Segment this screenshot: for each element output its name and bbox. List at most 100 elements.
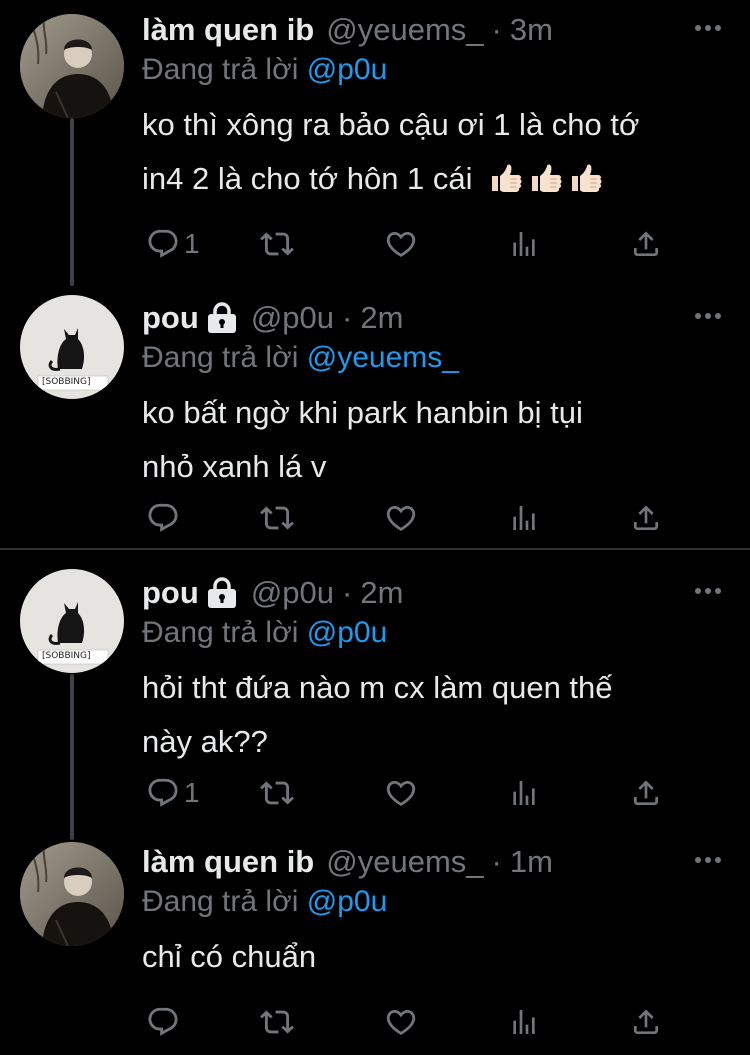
reply-icon: [146, 501, 180, 535]
avatar[interactable]: [20, 842, 124, 946]
replying-to: Đang trả lời @p0u: [142, 882, 387, 922]
tweet-header: pou @p0u · 2m: [142, 573, 403, 613]
tweet-text-line: nhỏ xanh lá v: [142, 449, 327, 484]
replying-to-label: Đang trả lời: [142, 616, 299, 649]
replying-to-label: Đang trả lời: [142, 341, 299, 374]
reply-button[interactable]: [146, 1002, 180, 1042]
display-name[interactable]: pou: [142, 298, 199, 338]
timestamp[interactable]: 1m: [510, 842, 553, 882]
lock-icon: [205, 302, 239, 334]
action-bar: [142, 498, 722, 538]
replying-to: Đang trả lời @p0u: [142, 613, 387, 653]
avatar[interactable]: [SOBBING]: [20, 569, 124, 673]
more-icon[interactable]: [694, 854, 722, 866]
tweet[interactable]: làm quen ib @yeuems_ · 1m Đang trả lời @…: [0, 842, 750, 1052]
reply-icon: [146, 227, 180, 261]
like-button[interactable]: [384, 224, 418, 264]
like-icon: [384, 227, 418, 261]
tweet-text: ko thì xông ra bảo cậu ơi 1 là cho tớ in…: [142, 98, 732, 206]
retweet-button[interactable]: [260, 1002, 294, 1042]
share-button[interactable]: [630, 773, 662, 813]
like-icon: [384, 1005, 418, 1039]
tweet-text: chỉ có chuẩn: [142, 930, 732, 984]
replying-to: Đang trả lời @yeuems_: [142, 338, 459, 378]
reply-button[interactable]: [146, 498, 180, 538]
retweet-icon: [260, 501, 294, 535]
mention-link[interactable]: @p0u: [307, 616, 388, 649]
tweet-text: ko bất ngờ khi park hanbin bị tụi nhỏ xa…: [142, 386, 732, 494]
tweet[interactable]: làm quen ib @yeuems_ · 3m Đang trả lời @…: [0, 10, 750, 280]
analytics-icon: [508, 1006, 540, 1038]
tweet-text-line: hỏi tht đứa nào m cx làm quen thế: [142, 670, 613, 705]
mention-link[interactable]: @yeuems_: [307, 341, 459, 374]
reply-button[interactable]: 1: [146, 224, 200, 264]
thread-divider: [0, 548, 750, 550]
tweet-header: làm quen ib @yeuems_ · 3m: [142, 10, 553, 50]
thumbs-up-icon: [569, 163, 603, 193]
retweet-icon: [260, 227, 294, 261]
retweet-icon: [260, 1005, 294, 1039]
like-icon: [384, 776, 418, 810]
handle[interactable]: @p0u: [251, 573, 334, 613]
retweet-button[interactable]: [260, 498, 294, 538]
more-icon[interactable]: [694, 22, 722, 34]
action-bar: [142, 1002, 722, 1042]
share-button[interactable]: [630, 498, 662, 538]
tweet-text-line: chỉ có chuẩn: [142, 939, 317, 974]
retweet-button[interactable]: [260, 224, 294, 264]
display-name[interactable]: làm quen ib: [142, 10, 314, 50]
like-button[interactable]: [384, 498, 418, 538]
reply-button[interactable]: 1: [146, 773, 200, 813]
timestamp[interactable]: 2m: [360, 298, 403, 338]
avatar[interactable]: [SOBBING]: [20, 295, 124, 399]
mention-link[interactable]: @p0u: [307, 53, 388, 86]
separator: ·: [342, 300, 353, 335]
analytics-button[interactable]: [508, 773, 540, 813]
tweet-text-line-with-emoji: in4 2 là cho tớ hôn 1 cái: [142, 152, 732, 206]
share-icon: [630, 228, 662, 260]
thumbs-up-icon: [529, 163, 563, 193]
like-button[interactable]: [384, 773, 418, 813]
analytics-icon: [508, 502, 540, 534]
tweet-header: pou @p0u · 2m: [142, 298, 403, 338]
share-icon: [630, 777, 662, 809]
analytics-icon: [508, 777, 540, 809]
handle[interactable]: @yeuems_: [326, 10, 483, 50]
display-name[interactable]: làm quen ib: [142, 842, 314, 882]
reply-count: 1: [184, 228, 200, 259]
tweet[interactable]: [SOBBING] pou @p0u · 2m Đang trả lời @p0…: [0, 569, 750, 823]
tweet-text: hỏi tht đứa nào m cx làm quen thế này ak…: [142, 661, 732, 769]
reply-count: 1: [184, 777, 200, 808]
avatar[interactable]: [20, 14, 124, 118]
more-icon[interactable]: [694, 585, 722, 597]
timestamp[interactable]: 3m: [510, 10, 553, 50]
retweet-button[interactable]: [260, 773, 294, 813]
handle[interactable]: @p0u: [251, 298, 334, 338]
share-icon: [630, 1006, 662, 1038]
analytics-button[interactable]: [508, 498, 540, 538]
like-button[interactable]: [384, 1002, 418, 1042]
share-button[interactable]: [630, 224, 662, 264]
share-button[interactable]: [630, 1002, 662, 1042]
separator: ·: [342, 575, 353, 610]
replying-to: Đang trả lời @p0u: [142, 50, 387, 90]
analytics-button[interactable]: [508, 224, 540, 264]
replying-to-label: Đang trả lời: [142, 885, 299, 918]
reply-icon: [146, 1005, 180, 1039]
tweet-text-line: ko bất ngờ khi park hanbin bị tụi: [142, 395, 583, 430]
action-bar: 1: [142, 224, 722, 264]
action-bar: 1: [142, 773, 722, 813]
mention-link[interactable]: @p0u: [307, 885, 388, 918]
separator: ·: [491, 12, 502, 47]
tweet-header: làm quen ib @yeuems_ · 1m: [142, 842, 553, 882]
timestamp[interactable]: 2m: [360, 573, 403, 613]
tweet-text-line: in4 2 là cho tớ hôn 1 cái: [142, 161, 473, 196]
tweet[interactable]: [SOBBING] pou @p0u · 2m Đang trả lời @ye…: [0, 295, 750, 542]
handle[interactable]: @yeuems_: [326, 842, 483, 882]
tweet-text-line: ko thì xông ra bảo cậu ơi 1 là cho tớ: [142, 107, 640, 142]
like-icon: [384, 501, 418, 535]
replying-to-label: Đang trả lời: [142, 53, 299, 86]
display-name[interactable]: pou: [142, 573, 199, 613]
more-icon[interactable]: [694, 310, 722, 322]
analytics-button[interactable]: [508, 1002, 540, 1042]
